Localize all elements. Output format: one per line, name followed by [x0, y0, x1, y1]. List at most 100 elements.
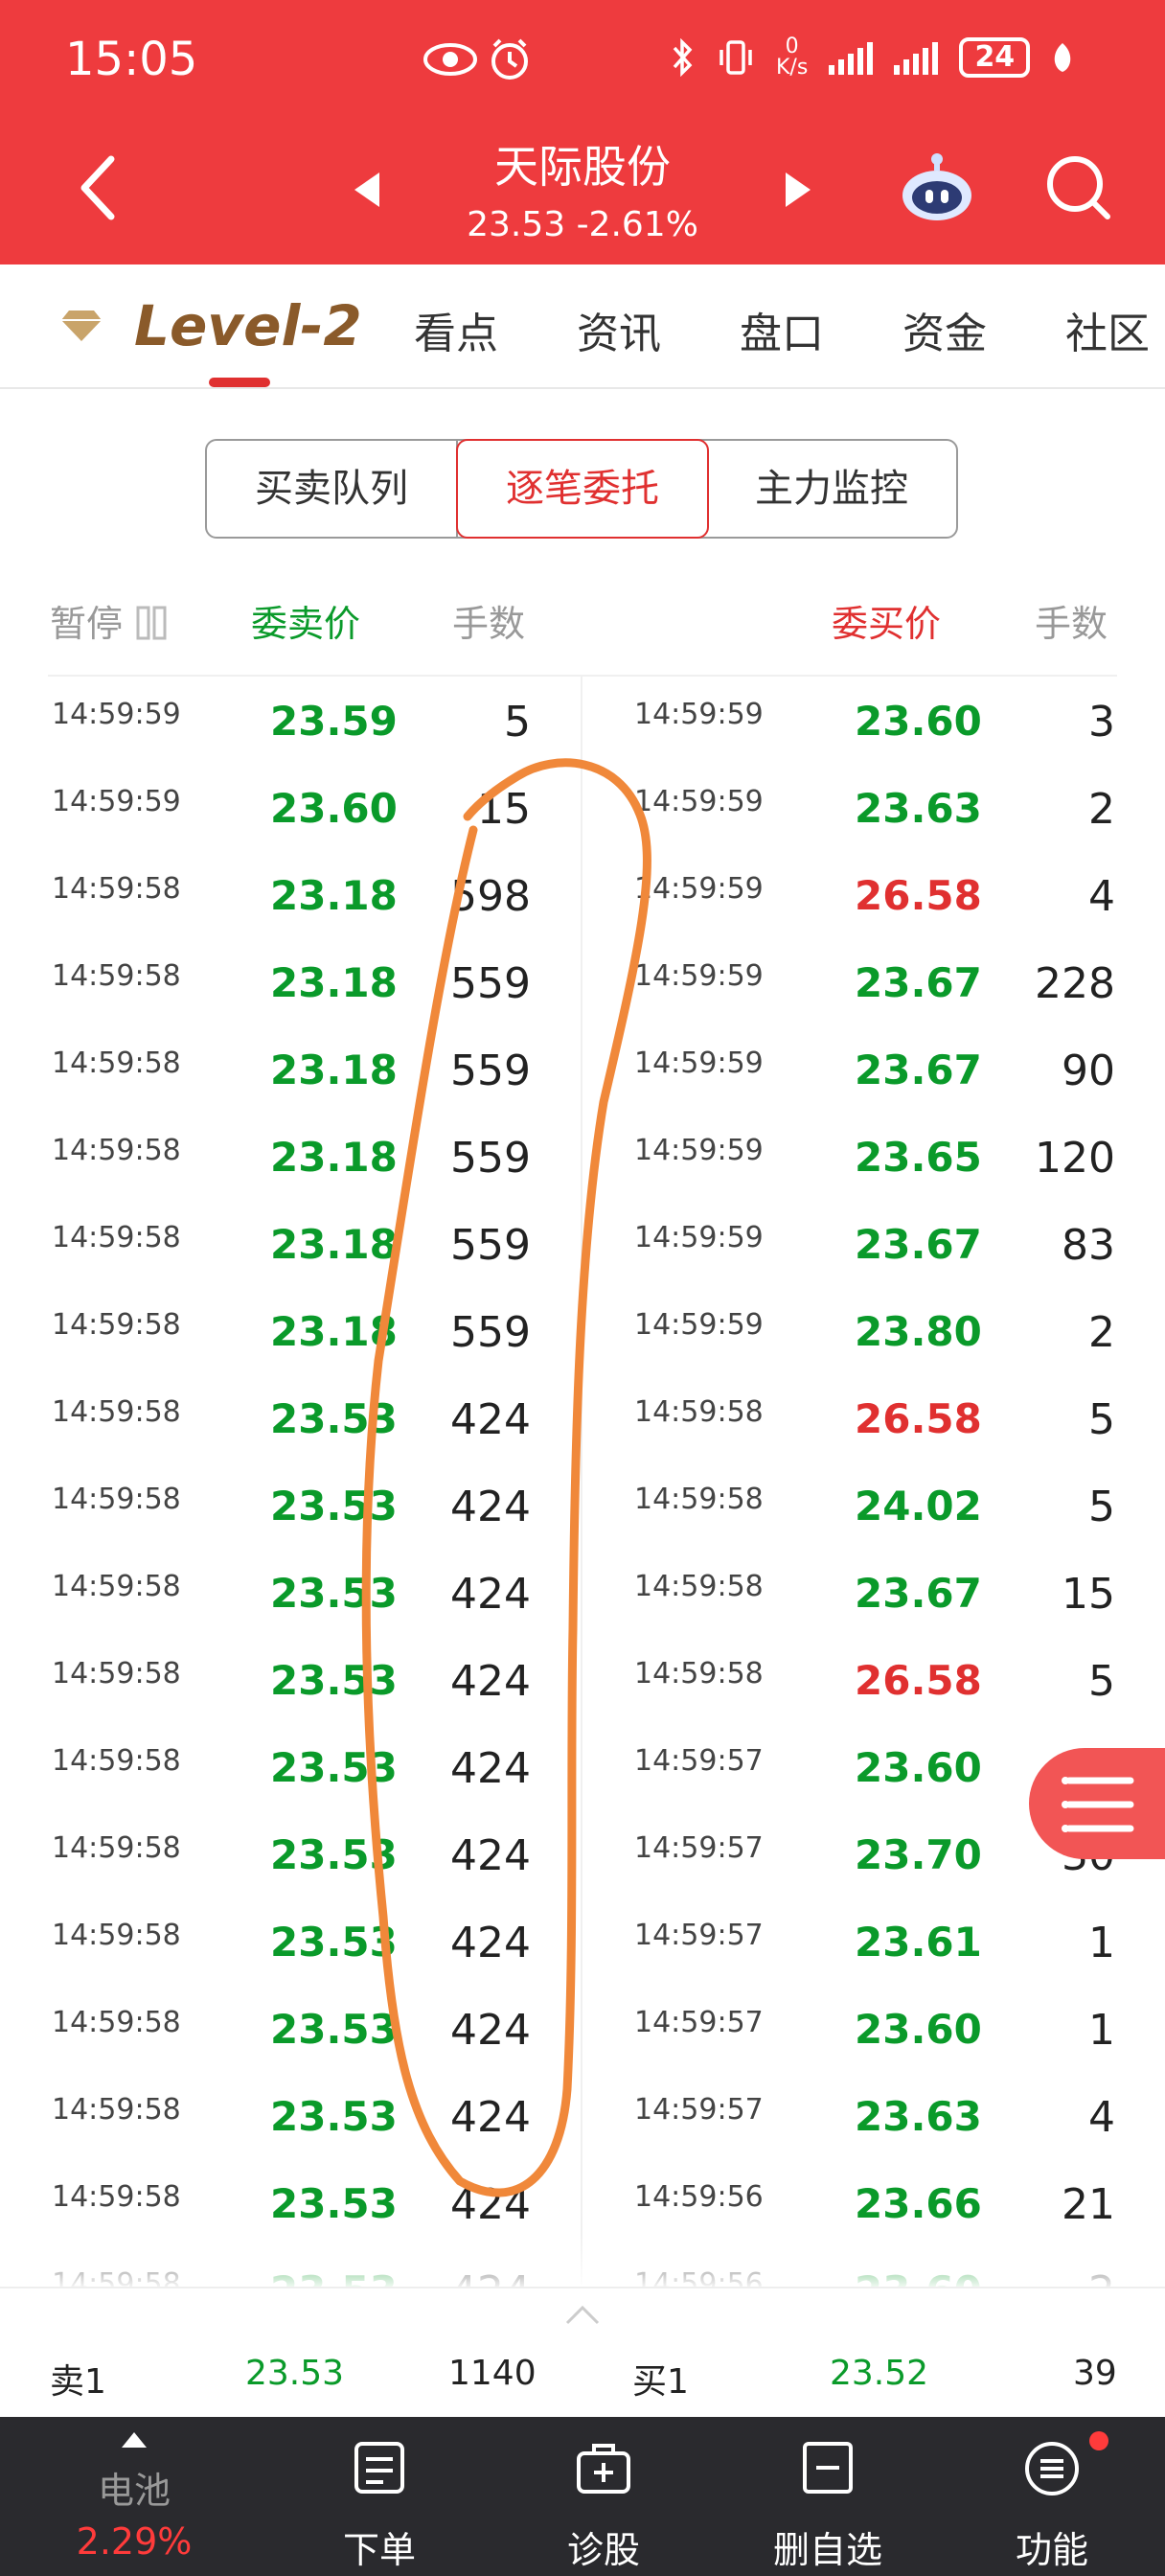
sell-qty: 424: [450, 1657, 531, 1706]
nav-diagnose-label: 诊股: [566, 2529, 640, 2571]
vibrate-icon: [720, 40, 752, 75]
tab-community[interactable]: 社区: [1065, 299, 1165, 360]
buy-qty: 4: [1088, 872, 1115, 921]
order-row: 14:59:5823.5342414:59:5723.603: [0, 1723, 1165, 1810]
chevron-up-icon[interactable]: [563, 2304, 602, 2327]
col-sell-price: 委卖价: [251, 603, 361, 645]
buy-time: 14:59:59: [634, 959, 764, 993]
sell-qty: 15: [477, 785, 531, 834]
search-icon[interactable]: [1044, 153, 1111, 220]
sell-qty: 5: [504, 698, 531, 747]
tab-highlights[interactable]: 看点: [414, 299, 498, 360]
order-row: 14:59:58 23.53 424 14:59:58 23.67 15: [0, 1549, 1165, 1636]
sell-qty: 559: [450, 1308, 531, 1357]
nav-battery-percent: 2.29%: [76, 2520, 193, 2563]
sell-time: 14:59:58: [52, 2006, 181, 2039]
bluetooth-icon: [673, 38, 693, 77]
segment-main-monitor[interactable]: 主力监控: [707, 441, 956, 537]
order-row: 14:59:58 23.18 559 14:59:59 23.67 90: [0, 1025, 1165, 1113]
nav-battery[interactable]: 电池 2.29%: [38, 2417, 230, 2576]
sell-qty: 424: [450, 1831, 531, 1880]
sell-time: 14:59:58: [52, 1134, 181, 1167]
stock-price-change: 23.53 -2.61%: [467, 205, 698, 244]
buy-qty: 83: [1062, 1221, 1115, 1270]
buy-qty: 120: [1035, 1134, 1115, 1183]
tab-level2[interactable]: Level-2: [134, 293, 362, 358]
tab-news[interactable]: 资讯: [577, 299, 661, 360]
order-row: 14:59:58 23.53 424 14:59:58 26.58 5: [0, 1374, 1165, 1461]
order-row: 14:59:58 23.53 424 14:59:58 24.02 5: [0, 1461, 1165, 1549]
buy-time: 14:59:59: [634, 1221, 764, 1254]
stock-tabs: Level-2 看点 资讯 盘口 资金 社区: [0, 264, 1165, 389]
sell-time: 14:59:59: [52, 698, 181, 731]
segmented-control: 买卖队列 逐笔委托 主力监控: [205, 439, 958, 539]
order-row: 14:59:58 23.18 559 14:59:59 23.80 2: [0, 1287, 1165, 1374]
nav-functions[interactable]: 功能: [956, 2417, 1148, 2576]
order-row: 14:59:58 23.53 424 14:59:58 26.58 5: [0, 1636, 1165, 1723]
tick-order-list[interactable]: 14:59:59 23.59 5 14:59:59 23.60 3 14:59:59 23.6…: [0, 677, 1165, 2287]
sell-qty: 559: [450, 1046, 531, 1095]
ask1-label: 卖1: [50, 2362, 106, 2402]
order-row: 14:59:58 23.53 424 14:59:57 23.63 4: [0, 2072, 1165, 2159]
buy-time: 14:59:57: [634, 2093, 764, 2127]
pause-icon: [136, 606, 167, 640]
sell-time: 14:59:58: [52, 1919, 181, 1952]
buy-time: 14:59:56: [634, 2180, 764, 2214]
buy-qty: 3: [1088, 698, 1115, 747]
buy-qty: 15: [1062, 1570, 1115, 1619]
bid1-qty: 39: [1073, 2354, 1117, 2393]
buy-qty: 21: [1062, 2180, 1115, 2229]
buy-qty: 2: [1088, 785, 1115, 834]
sell-qty: 424: [450, 1483, 531, 1531]
segment-queue[interactable]: 买卖队列: [207, 441, 458, 537]
buy-time: 14:59:57: [634, 1831, 764, 1865]
buy-qty: 1: [1088, 2006, 1115, 2055]
buy-time: 14:59:58: [634, 1657, 764, 1690]
col-sell-qty: 手数: [452, 603, 526, 645]
buy-time: 14:59:58: [634, 1483, 764, 1516]
sell-time: 14:59:58: [52, 1657, 181, 1690]
tab-capital-flow[interactable]: 资金: [902, 299, 987, 360]
eye-icon: [423, 43, 477, 76]
order-row: 14:59:58 23.53 424 14:59:57 23.60 1: [0, 1985, 1165, 2072]
leaf-icon: [1055, 43, 1071, 72]
status-icons-center: [423, 38, 528, 80]
sell-time: 14:59:58: [52, 1831, 181, 1865]
nav-battery-label: 电池: [97, 2470, 171, 2512]
back-icon[interactable]: [75, 153, 121, 222]
next-stock-icon[interactable]: [784, 171, 812, 209]
order-row: 14:59:58 23.18 559 14:59:59 23.65 120: [0, 1113, 1165, 1200]
sell-time: 14:59:58: [52, 1308, 181, 1342]
pause-toggle[interactable]: 暂停: [50, 594, 169, 647]
floating-menu-button[interactable]: [1029, 1748, 1165, 1859]
notification-dot-icon: [1089, 2431, 1108, 2450]
nav-place-order-label: 下单: [342, 2529, 416, 2571]
buy-qty: 4: [1088, 2093, 1115, 2142]
list-fade: [0, 2233, 1165, 2290]
medical-kit-icon: [577, 2444, 630, 2494]
nav-remove-watchlist-label: 删自选: [772, 2529, 882, 2571]
tab-order-book[interactable]: 盘口: [740, 299, 824, 360]
segment-tick-orders[interactable]: 逐笔委托: [456, 439, 709, 539]
buy-time: 14:59:59: [634, 785, 764, 818]
sell-qty: 424: [450, 1395, 531, 1444]
buy-qty: 1: [1088, 1919, 1115, 1967]
nav-remove-watchlist[interactable]: 删自选: [732, 2417, 924, 2576]
sell-time: 14:59:58: [52, 2180, 181, 2214]
order-row: 14:59:59 23.59 5 14:59:59 23.60 3: [0, 677, 1165, 764]
sell-qty: 424: [450, 2093, 531, 2142]
buy-time: 14:59:59: [634, 1134, 764, 1167]
buy-time: 14:59:57: [634, 1919, 764, 1952]
sell-qty: 559: [450, 959, 531, 1008]
triangle-up-icon: [122, 2432, 147, 2448]
sell-time: 14:59:58: [52, 1483, 181, 1516]
sell-time: 14:59:58: [52, 1570, 181, 1603]
col-buy-price: 委买价: [832, 603, 942, 645]
buy-qty: 5: [1088, 1395, 1115, 1444]
nav-place-order[interactable]: 下单: [284, 2417, 475, 2576]
nav-diagnose[interactable]: 诊股: [508, 2417, 699, 2576]
robot-assistant-icon[interactable]: [899, 151, 975, 224]
order-row: 14:59:58 23.18 559 14:59:59 23.67 228: [0, 938, 1165, 1025]
net-speed: 0 K/s: [776, 34, 809, 80]
app-header: 15:05 0 K/s 24 天际股份 23.53 -2.61%: [0, 0, 1165, 264]
